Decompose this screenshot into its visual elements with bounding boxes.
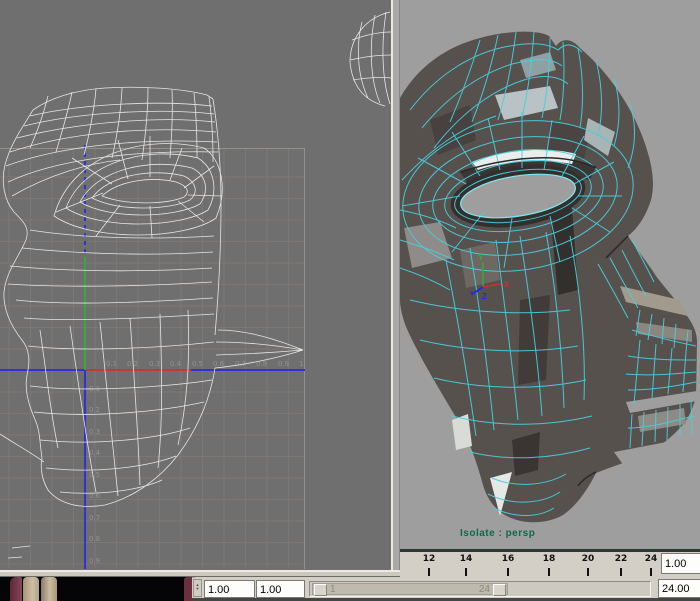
anim-end-field[interactable]: [658, 579, 700, 598]
range-grip-right[interactable]: [493, 584, 506, 596]
range-slider-row: ▲▼ 1 24: [192, 578, 700, 601]
render-figure-shape: [10, 577, 22, 601]
playback-start-field[interactable]: [256, 580, 305, 598]
window-border: [399, 0, 400, 570]
frame-label: 12: [418, 554, 440, 564]
persp-viewport[interactable]: Y X Z Isolate : persp: [400, 0, 700, 552]
range-grip-left[interactable]: [314, 584, 327, 596]
range-end-label: 24: [479, 584, 490, 595]
frame-label: 20: [577, 554, 599, 564]
range-slider-track[interactable]: 1 24: [309, 581, 651, 597]
frame-label: 18: [538, 554, 560, 564]
frame-tick: [548, 568, 550, 576]
range-start-label: 1: [330, 584, 336, 595]
manipulator-z-label: Z: [482, 292, 487, 301]
manipulator-y-label: Y: [478, 253, 484, 262]
render-view-strip: [0, 575, 192, 601]
frame-tick: [620, 568, 622, 576]
anim-start-field[interactable]: [204, 580, 255, 598]
spinner-control[interactable]: ▲▼: [193, 579, 202, 597]
frame-label: 22: [610, 554, 632, 564]
isolate-status-label: Isolate : persp: [460, 528, 640, 539]
frame-tick: [650, 568, 652, 576]
frame-tick: [465, 568, 467, 576]
frame-label: 14: [455, 554, 477, 564]
current-time-field[interactable]: [661, 553, 700, 574]
maya-workspace: Y X Z Isolate : persp 12 14 16 18 20 22 …: [0, 0, 700, 601]
shaded-head-model: Y X Z: [400, 0, 700, 549]
wireframe-head-model: [0, 0, 391, 570]
render-figure-shape: [23, 577, 39, 601]
manipulator-x-label: X: [504, 280, 510, 289]
range-slider-bar[interactable]: 1 24: [312, 583, 508, 595]
render-figure-shape: [184, 577, 192, 601]
window-border: [0, 576, 400, 577]
frame-tick: [587, 568, 589, 576]
frame-tick: [428, 568, 430, 576]
frame-label: 24: [640, 554, 662, 564]
render-figure-shape: [41, 577, 57, 601]
frame-tick: [507, 568, 509, 576]
frame-label: 16: [497, 554, 519, 564]
front-viewport-window[interactable]: 0.1 0.2 0.3 0.4 0.5 0.6 0.7 0.8 0.9 1 0.…: [0, 0, 400, 577]
